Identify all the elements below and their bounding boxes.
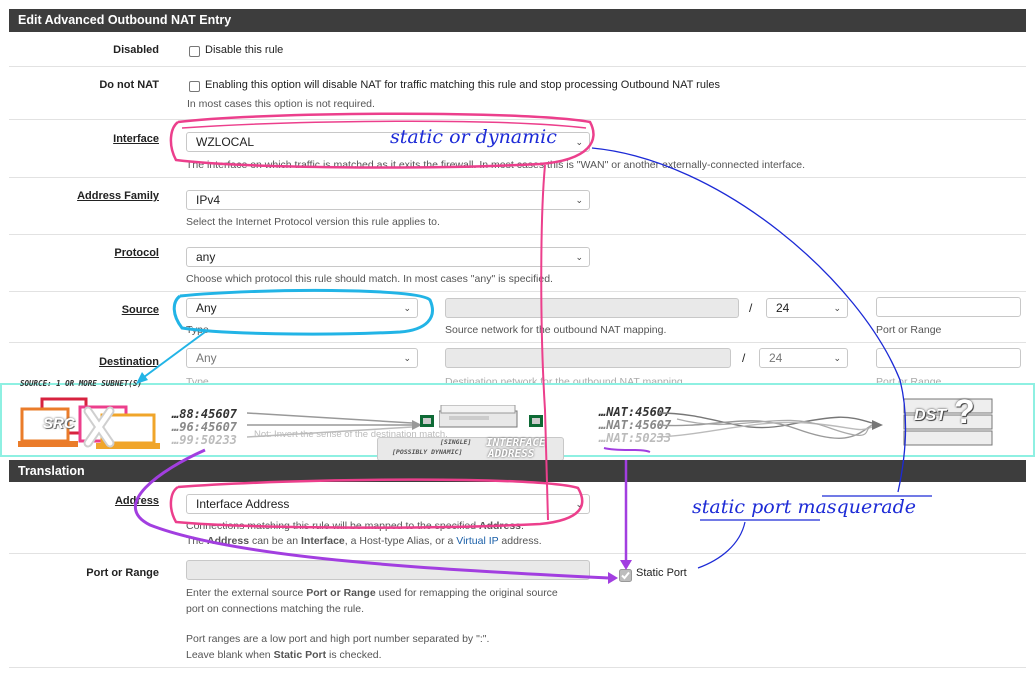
address-label: Address [114,495,159,507]
chevron-down-icon: ⌄ [575,137,583,147]
disable-rule-label: Disable this rule [205,44,284,56]
source-type-value: Any [196,301,217,315]
destination-network-input[interactable] [445,348,731,368]
chevron-down-icon: ⌄ [575,252,583,262]
static-or-dynamic-annotation: static or dynamic [390,126,557,148]
destination-label-text: DST [914,407,946,424]
disabled-label: Disabled [113,44,159,56]
chevron-down-icon: ⌄ [403,353,411,363]
source-type-help: Type [186,324,209,336]
port-range-help-2: port on connections matching the rule. [186,603,365,615]
firewall-appliance-icon [439,405,518,428]
protocol-label: Protocol [114,247,159,259]
nic-icon [529,415,543,427]
nic-icon [420,415,434,427]
source-port-help: Port or Range [876,324,942,336]
address-family-label: Address Family [77,190,159,202]
row-port-or-range: Port or Range Static Port Enter the exte… [9,554,1026,668]
source-slash: / [749,301,753,315]
port-range-help-4: Leave blank when Static Port is checked. [186,649,382,661]
do-not-nat-checkbox[interactable] [189,81,200,92]
outbound-flow-arrows [657,412,883,439]
row-do-not-nat: Do not NAT Enabling this option will dis… [9,67,1026,120]
static-port-masquerade-annotation: static port masquerade [692,496,917,518]
iface-badge-big-2: ADDRESS [488,447,535,460]
static-port-checkbox[interactable] [619,569,632,582]
port-range-help-3: Port ranges are a low port and high port… [186,633,490,645]
iface-badge-small-1: [SINGLE] [440,438,472,446]
static-port-label: Static Port [636,567,687,579]
destination-port-input[interactable] [876,348,1021,368]
virtual-ip-link[interactable]: Virtual IP [456,535,498,547]
disable-rule-checkbox[interactable] [189,46,200,57]
translation-address-select[interactable]: Interface Address ⌄ [186,494,590,514]
source-port-input[interactable] [876,297,1021,317]
port-range-help-1: Enter the external source Port or Range … [186,587,558,599]
destination-slash: / [742,351,746,365]
source-mask-select[interactable]: 24 ⌄ [766,298,848,318]
interface-label: Interface [113,133,159,145]
do-not-nat-label: Do not NAT [99,79,159,91]
source-computers-icon [18,397,160,449]
source-network-input[interactable] [445,298,739,318]
source-label: Source [121,304,159,316]
address-family-select[interactable]: IPv4 ⌄ [186,190,590,210]
source-type-select[interactable]: Any ⌄ [186,298,418,318]
do-not-nat-checkbox-label: Enabling this option will disable NAT fo… [205,79,721,91]
src-port-3: …99:50233 [172,433,238,447]
nat-diagram-strip: Not: Invert the sense of the destination… [0,379,1035,461]
chevron-down-icon: ⌄ [575,195,583,205]
iface-badge-small-2: [POSSIBLY DYNAMIC] [392,448,463,456]
row-protocol: Protocol any ⌄ Choose which protocol thi… [9,235,1026,292]
port-or-range-label: Port or Range [86,567,159,579]
address-family-help: Select the Internet Protocol version thi… [186,216,440,228]
address-family-value: IPv4 [196,193,221,207]
translation-address-value: Interface Address [196,497,290,511]
chevron-down-icon: ⌄ [833,303,841,313]
src-port-1: …88:45607 [172,407,238,421]
chevron-down-icon: ⌄ [833,353,841,363]
chevron-down-icon: ⌄ [403,303,411,313]
question-mark-icon: ? [954,393,975,431]
panel-title: Edit Advanced Outbound NAT Entry [9,9,1026,32]
source-label-text: SRC [43,415,75,432]
row-disabled: Disabled Disable this rule [9,32,1026,67]
do-not-nat-help: In most cases this option is not require… [187,98,375,110]
port-or-range-input[interactable] [186,560,590,580]
protocol-help: Choose which protocol this rule should m… [186,273,553,285]
row-translation-address: Address Interface Address ⌄ Connections … [9,482,1026,554]
interface-select-value: WZLOCAL [196,135,255,149]
chevron-down-icon: ⌄ [575,499,583,509]
address-help-1: Connections matching this rule will be m… [186,520,524,532]
destination-label: Destination [99,356,159,368]
row-address-family: Address Family IPv4 ⌄ Select the Interne… [9,178,1026,235]
protocol-value: any [196,250,216,264]
interface-address-badge: [SINGLE] INTERFACE [POSSIBLY DYNAMIC] AD… [377,436,564,461]
address-help-2: The Address can be an Interface, a Host-… [186,535,542,547]
translation-section-title: Translation [9,460,1026,482]
source-mask-value: 24 [776,301,790,315]
source-network-help: Source network for the outbound NAT mapp… [445,324,667,336]
destination-mask-select[interactable]: 24 ⌄ [759,348,848,368]
interface-help: The interface on which traffic is matche… [186,159,806,171]
protocol-select[interactable]: any ⌄ [186,247,590,267]
destination-type-select[interactable]: Any ⌄ [186,348,418,368]
src-port-2: …96:45607 [172,420,238,434]
source-note: SOURCE: 1 OR MORE SUBNET(S) [20,379,142,388]
destination-mask-value: 24 [769,351,783,365]
row-source: Source Any ⌄ Type / 24 ⌄ Source network … [9,292,1026,343]
destination-type-value: Any [196,351,217,365]
